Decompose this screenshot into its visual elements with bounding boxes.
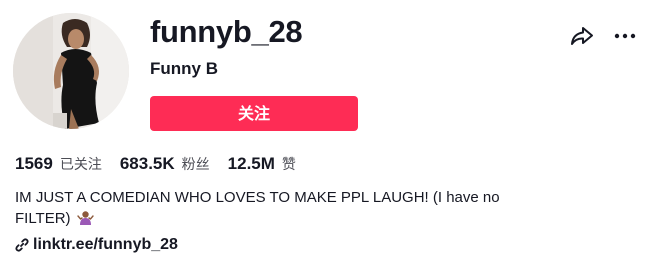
username: funnyb_28 <box>150 14 303 49</box>
stat-followers-count: 683.5K <box>119 154 175 173</box>
more-horizontal-icon <box>614 33 636 39</box>
stat-following-label: 已关注 <box>59 157 102 173</box>
profile-stats: 1569 已关注 683.5K 粉丝 12.5M 赞 <box>15 153 314 176</box>
nickname: Funny B <box>150 59 218 78</box>
stat-following[interactable]: 1569 已关注 <box>15 153 102 176</box>
profile-link[interactable]: linktr.ee/funnyb_28 <box>15 236 178 254</box>
stat-likes-label: 赞 <box>281 157 296 173</box>
stat-likes: 12.5M 赞 <box>228 153 296 176</box>
profile-link-text: linktr.ee/funnyb_28 <box>33 236 178 253</box>
stat-likes-count: 12.5M <box>227 154 275 173</box>
stat-followers[interactable]: 683.5K 粉丝 <box>120 153 210 176</box>
follow-button[interactable]: 关注 <box>150 96 358 131</box>
bio: IM JUST A COMEDIAN WHO LOVES TO MAKE PPL… <box>15 187 535 232</box>
stat-followers-label: 粉丝 <box>181 157 210 173</box>
avatar-photo <box>13 13 129 129</box>
share-arrow-icon <box>571 27 593 45</box>
link-icon <box>15 238 29 252</box>
more-options-button[interactable] <box>612 24 638 48</box>
avatar[interactable] <box>13 13 129 129</box>
share-button[interactable] <box>569 24 595 48</box>
person-shrugging-emoji-icon <box>77 209 94 232</box>
stat-following-count: 1569 <box>15 154 53 173</box>
